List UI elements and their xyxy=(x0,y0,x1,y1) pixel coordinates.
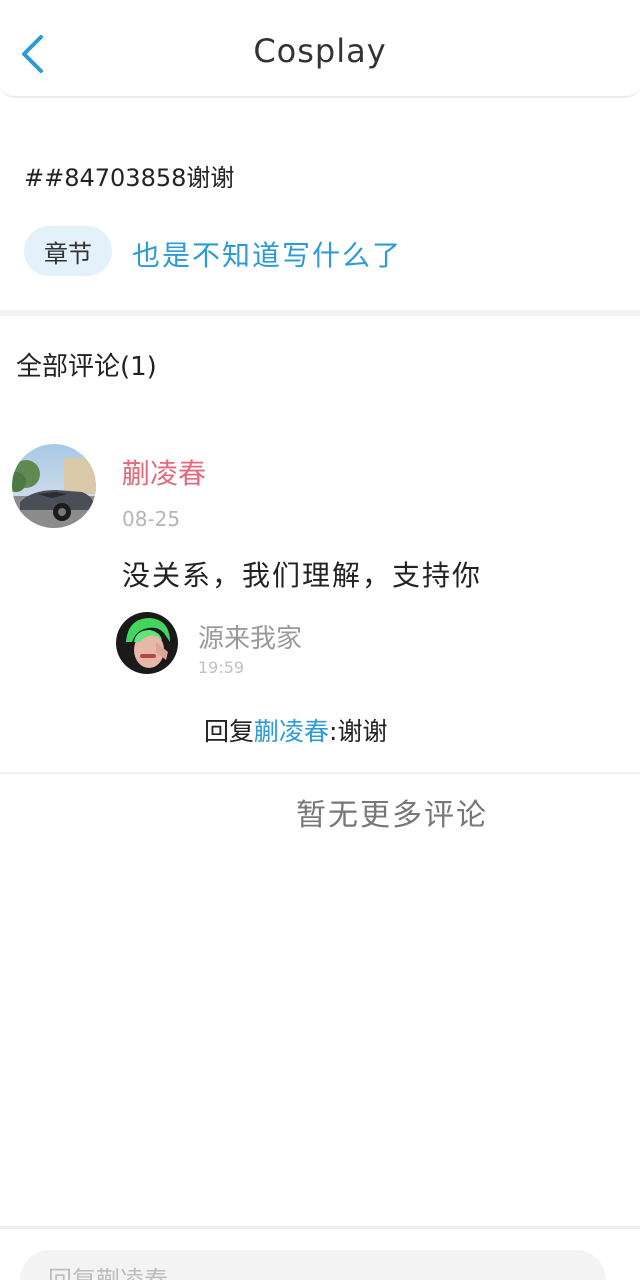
chapter-title-link[interactable]: 也是不知道写什么了 xyxy=(132,234,402,274)
reply-avatar[interactable] xyxy=(116,612,178,674)
section-divider xyxy=(0,310,640,316)
bottom-divider xyxy=(0,1226,640,1229)
reply-text[interactable]: 回复蒯凌春:谢谢 xyxy=(204,712,387,748)
post-text: ##84703858谢谢 xyxy=(24,164,235,192)
green-hair-person-avatar-icon xyxy=(116,612,178,674)
avatar[interactable] xyxy=(12,444,96,528)
reply-to-username[interactable]: 蒯凌春 xyxy=(254,717,329,746)
comment-date: 08-25 xyxy=(122,507,181,531)
reply-username[interactable]: 源来我家 xyxy=(198,618,302,655)
comment-username[interactable]: 蒯凌春 xyxy=(122,452,206,492)
reply-time: 19:59 xyxy=(198,658,245,677)
reply-content: :谢谢 xyxy=(329,717,388,746)
list-divider xyxy=(0,772,640,774)
reply-input[interactable] xyxy=(20,1250,606,1280)
car-photo-avatar-icon xyxy=(12,444,96,528)
comments-heading: 全部评论(1) xyxy=(16,352,157,382)
page-title: Cosplay xyxy=(253,32,387,70)
top-bar: Cosplay xyxy=(0,0,640,98)
comment-detail-page: Cosplay ##84703858谢谢 章节 也是不知道写什么了 全部评论(1… xyxy=(0,0,640,1280)
post-summary: ##84703858谢谢 章节 也是不知道写什么了 xyxy=(0,100,640,310)
reply-prefix: 回复 xyxy=(204,717,255,746)
no-more-comments-label: 暂无更多评论 xyxy=(296,798,488,833)
comment-body: 没关系，我们理解，支持你 xyxy=(122,559,483,592)
chapter-badge[interactable]: 章节 xyxy=(24,226,112,276)
